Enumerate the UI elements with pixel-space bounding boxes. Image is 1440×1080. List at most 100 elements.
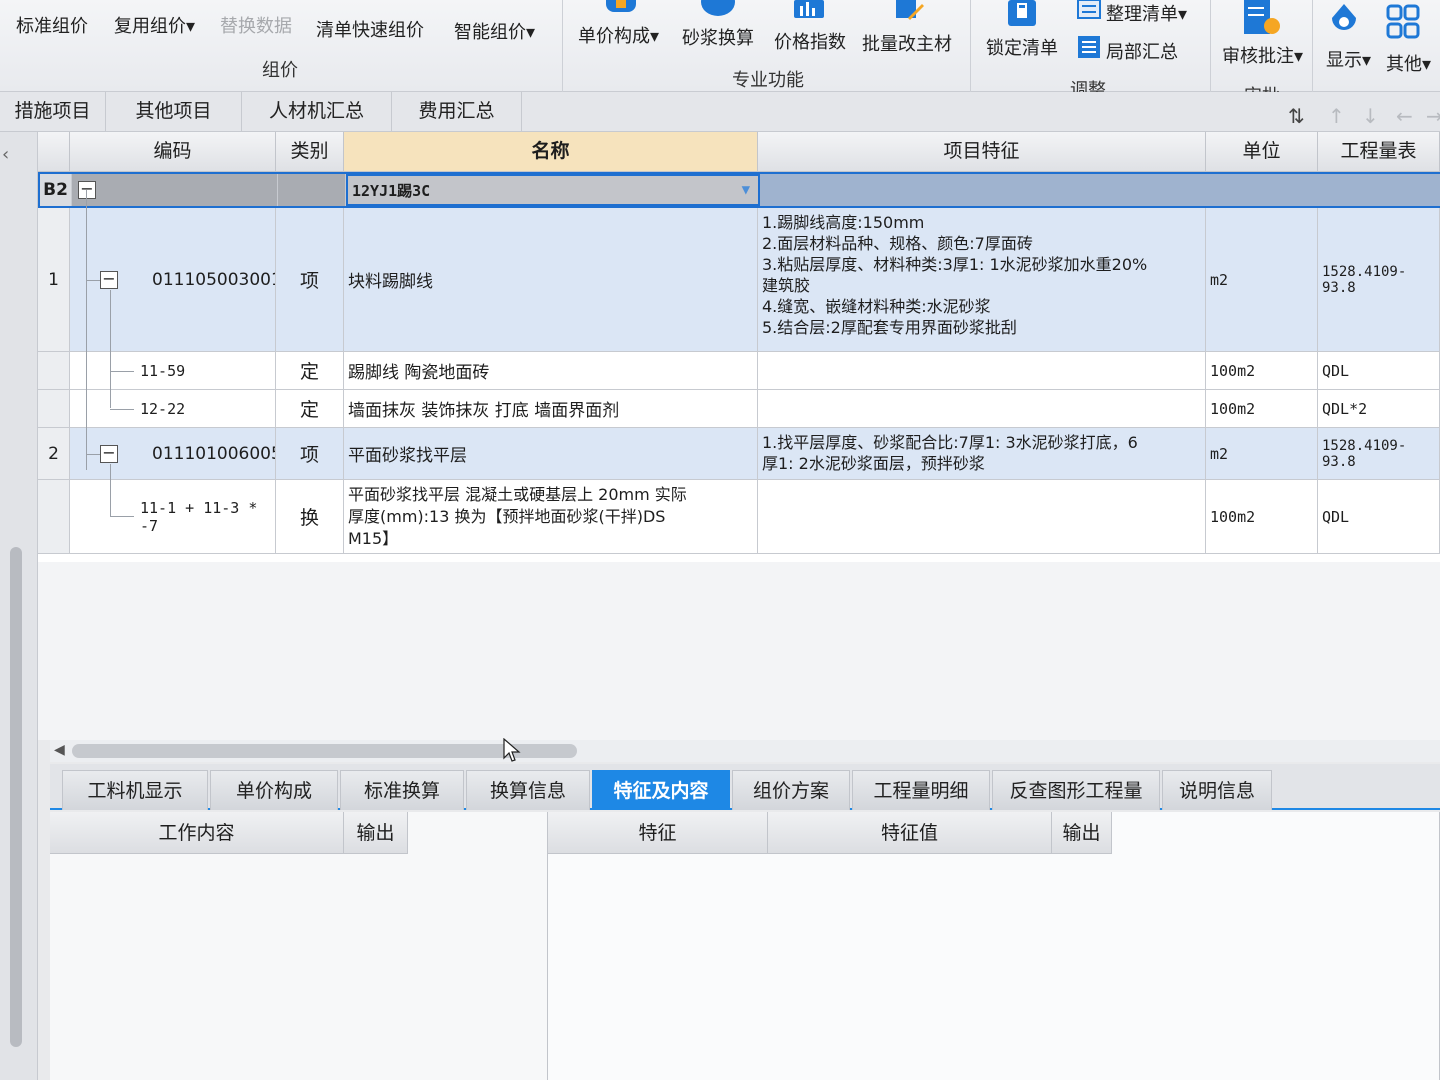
review-annotation-button[interactable]: 审核批注▾: [1222, 42, 1303, 68]
tab-labor-material-summary[interactable]: 人材机汇总: [242, 92, 392, 132]
name-cell[interactable]: 平面砂浆找平层: [344, 428, 758, 479]
organize-list-button[interactable]: 整理清单▾: [1106, 0, 1187, 26]
name-cell[interactable]: 踢脚线 陶瓷地面砖: [344, 352, 758, 389]
table-row[interactable]: 11-1 + 11-3 * -7 换 平面砂浆找平层 混凝土或硬基层上 20mm…: [38, 480, 1440, 554]
unit-cell[interactable]: 100m2: [1206, 352, 1318, 389]
tab-labor-material-display[interactable]: 工料机显示: [62, 770, 208, 810]
header-code[interactable]: 编码: [70, 132, 276, 172]
quantity-cell[interactable]: 1528.4109-93.8: [1318, 208, 1440, 351]
sort-icon[interactable]: ⇅: [1288, 104, 1305, 128]
features-cell[interactable]: 1.找平层厚度、砂浆配合比:7厚1: 3水泥砂浆打底，6 厚1: 2水泥砂浆面层…: [758, 428, 1206, 479]
horizontal-scrollbar[interactable]: ◀: [50, 740, 1440, 762]
move-right-icon[interactable]: →: [1426, 104, 1440, 128]
batch-edit-material-button[interactable]: 批量改主材: [862, 30, 952, 56]
features-cell[interactable]: [758, 352, 1206, 389]
standard-pricing-button[interactable]: 标准组价: [16, 12, 88, 38]
type-cell[interactable]: [278, 174, 346, 206]
quantity-cell[interactable]: 1528.4109-93.8: [1318, 428, 1440, 479]
name-cell[interactable]: 块料踢脚线: [344, 208, 758, 351]
header-unit[interactable]: 单位: [1206, 132, 1318, 172]
features-cell[interactable]: [758, 480, 1206, 553]
collapse-toggle-icon[interactable]: −: [78, 181, 96, 199]
quantity-cell[interactable]: QDL: [1318, 352, 1440, 389]
review-annotation-icon[interactable]: [1242, 0, 1282, 38]
features-cell[interactable]: [760, 174, 1440, 206]
unit-cell[interactable]: m2: [1206, 208, 1318, 351]
mortar-conversion-button[interactable]: 砂浆换算: [682, 24, 754, 50]
unit-cell[interactable]: 100m2: [1206, 480, 1318, 553]
lock-list-button[interactable]: 锁定清单: [986, 34, 1058, 60]
reuse-pricing-button[interactable]: 复用组价▾: [114, 12, 195, 38]
other-button[interactable]: 其他▾: [1386, 50, 1431, 76]
header-output[interactable]: 输出: [1052, 812, 1112, 854]
lock-list-icon[interactable]: [1004, 0, 1040, 28]
header-feature-value[interactable]: 特征值: [768, 812, 1052, 854]
header-work-content[interactable]: 工作内容: [50, 812, 344, 854]
type-cell[interactable]: 定: [276, 352, 344, 389]
name-cell[interactable]: 墙面抹灰 装饰抹灰 打底 墙面界面剂: [344, 390, 758, 427]
header-type[interactable]: 类别: [276, 132, 344, 172]
move-down-icon[interactable]: ↓: [1362, 104, 1379, 128]
tab-standard-conversion[interactable]: 标准换算: [340, 770, 464, 810]
tab-measures[interactable]: 措施项目: [0, 92, 106, 132]
dropdown-arrow-icon[interactable]: ▼: [742, 182, 750, 198]
other-grid-icon[interactable]: [1386, 4, 1420, 40]
code-cell[interactable]: −: [72, 174, 278, 206]
table-row[interactable]: 2 011101006005 项 平面砂浆找平层 1.找平层厚度、砂浆配合比:7…: [38, 428, 1440, 480]
tab-conversion-info[interactable]: 换算信息: [466, 770, 590, 810]
batch-edit-material-icon[interactable]: [894, 0, 924, 20]
table-row[interactable]: 12-22 定 墙面抹灰 装饰抹灰 打底 墙面界面剂 100m2 QDL*2: [38, 390, 1440, 428]
features-cell[interactable]: [758, 390, 1206, 427]
smart-pricing-button[interactable]: 智能组价▾: [454, 18, 535, 44]
scrollbar-thumb[interactable]: [72, 744, 577, 758]
vertical-scrollbar[interactable]: [10, 547, 22, 1047]
code-cell[interactable]: 11-59: [70, 352, 276, 389]
header-feature[interactable]: 特征: [548, 812, 768, 854]
mortar-conversion-icon[interactable]: [700, 0, 736, 16]
table-row[interactable]: 11-59 定 踢脚线 陶瓷地面砖 100m2 QDL: [38, 352, 1440, 390]
code-cell[interactable]: 11-1 + 11-3 * -7: [70, 480, 276, 553]
move-up-icon[interactable]: ↑: [1328, 104, 1345, 128]
quick-list-pricing-button[interactable]: 清单快速组价: [316, 16, 424, 42]
unit-cell[interactable]: m2: [1206, 428, 1318, 479]
header-name[interactable]: 名称: [344, 132, 758, 172]
partial-summary-icon[interactable]: [1076, 34, 1102, 60]
type-cell[interactable]: 项: [276, 428, 344, 479]
unit-cell[interactable]: 100m2: [1206, 390, 1318, 427]
type-cell[interactable]: 项: [276, 208, 344, 351]
header-features[interactable]: 项目特征: [758, 132, 1206, 172]
replace-data-button[interactable]: 替换数据: [220, 12, 292, 38]
tab-pricing-scheme[interactable]: 组价方案: [732, 770, 850, 810]
features-cell[interactable]: 1.踢脚线高度:150mm 2.面层材料品种、规格、颜色:7厚面砖 3.粘贴层厚…: [758, 208, 1206, 351]
header-output[interactable]: 输出: [344, 812, 408, 854]
tab-unit-price-composition[interactable]: 单价构成: [210, 770, 338, 810]
unit-price-composition-button[interactable]: 单价构成▾: [578, 22, 659, 48]
quantity-cell[interactable]: QDL: [1318, 480, 1440, 553]
partial-summary-button[interactable]: 局部汇总: [1106, 38, 1178, 64]
collapse-toggle-icon[interactable]: −: [100, 271, 118, 289]
organize-list-icon[interactable]: [1076, 0, 1102, 20]
display-button[interactable]: 显示▾: [1326, 46, 1371, 72]
table-row[interactable]: B2 − 12YJ1踢3C ▼: [38, 172, 1440, 208]
price-index-icon[interactable]: [792, 0, 826, 20]
scroll-left-icon[interactable]: ◀: [54, 742, 65, 758]
header-quantity[interactable]: 工程量表: [1318, 132, 1440, 172]
move-left-icon[interactable]: ←: [1396, 104, 1413, 128]
code-cell[interactable]: 12-22: [70, 390, 276, 427]
collapse-chevron-icon[interactable]: ‹: [2, 144, 9, 165]
tab-features-content[interactable]: 特征及内容: [592, 770, 730, 810]
type-cell[interactable]: 换: [276, 480, 344, 553]
quantity-cell[interactable]: QDL*2: [1318, 390, 1440, 427]
table-row[interactable]: 1 011105003001 项 块料踢脚线 1.踢脚线高度:150mm 2.面…: [38, 208, 1440, 352]
price-index-button[interactable]: 价格指数: [774, 28, 846, 54]
collapse-toggle-icon[interactable]: −: [100, 445, 118, 463]
tab-reverse-graphic-quantity[interactable]: 反查图形工程量: [992, 770, 1160, 810]
tab-cost-summary[interactable]: 费用汇总: [392, 92, 522, 132]
type-cell[interactable]: 定: [276, 390, 344, 427]
name-cell-editing[interactable]: 12YJ1踢3C ▼: [346, 174, 760, 206]
name-cell[interactable]: 平面砂浆找平层 混凝土或硬基层上 20mm 实际 厚度(mm):13 换为【预拌…: [344, 480, 758, 553]
unit-price-composition-icon[interactable]: [604, 0, 638, 14]
tab-description-info[interactable]: 说明信息: [1162, 770, 1272, 810]
tab-quantity-details[interactable]: 工程量明细: [852, 770, 990, 810]
display-icon[interactable]: [1328, 2, 1360, 36]
